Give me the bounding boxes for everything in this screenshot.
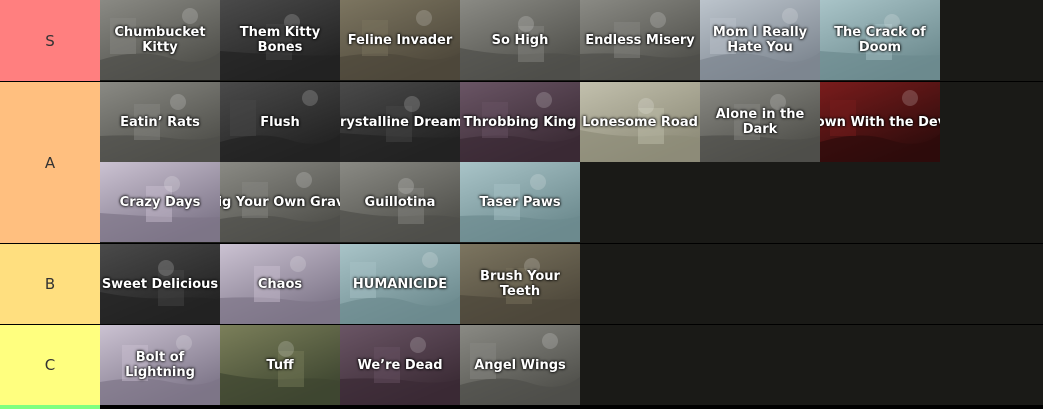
next-tier-strip	[0, 405, 100, 409]
tier-item-card[interactable]: Tuff	[220, 325, 340, 405]
tier-label-a[interactable]: A	[0, 82, 100, 243]
tier-item-title: Them Kitty Bones	[239, 25, 321, 55]
tier-item-title: Chaos	[257, 276, 303, 292]
tier-item-card[interactable]: Them Kitty Bones	[220, 0, 340, 80]
tier-list: S Chumbucket Kitty Them Kitty Bones Feline…	[0, 0, 1043, 409]
tier-item-card[interactable]: Taser Paws	[460, 162, 580, 242]
tier-item-title: Taser Paws	[479, 194, 561, 210]
tier-item-title: The Crack of Doom	[834, 25, 926, 55]
tier-item-card[interactable]: Brush Your Teeth	[460, 244, 580, 324]
tier-item-title: Angel Wings	[474, 357, 566, 373]
tier-items-a: Eatin’ Rats Flush Crystalline DreamsThrobb…	[100, 82, 1043, 243]
tier-item-title: HUMANICIDE	[352, 276, 448, 292]
tier-item-card[interactable]: The Crack of Doom	[820, 0, 940, 80]
tier-item-title: Alone in the Dark	[715, 107, 805, 137]
tier-row-c: C Bolt of Lightning Tuff We’re Dead Angel W…	[0, 325, 1043, 405]
tier-item-title: Bolt of Lightning	[125, 350, 195, 380]
tier-item-card[interactable]: HUMANICIDE	[340, 244, 460, 324]
tier-items-c: Bolt of Lightning Tuff We’re Dead Angel Win…	[100, 325, 1043, 405]
tier-row-a: A Eatin’ Rats Flush Crystalline DreamsThro…	[0, 82, 1043, 243]
tier-item-card[interactable]: Throbbing King	[460, 82, 580, 162]
tier-item-title: Throbbing King	[463, 114, 577, 130]
tier-item-title: Chumbucket Kitty	[114, 25, 206, 55]
tier-label-s[interactable]: S	[0, 0, 100, 81]
tier-items-s: Chumbucket Kitty Them Kitty Bones Feline I…	[100, 0, 1043, 81]
tier-item-card[interactable]: Dig Your Own Grave	[220, 162, 340, 242]
tier-item-title: Brush Your Teeth	[480, 269, 560, 299]
tier-item-title: Flush	[260, 114, 300, 130]
tier-item-card[interactable]: Guillotina	[340, 162, 460, 242]
tier-items-b: Sweet Delicious Chaos HUMANICIDE Brush Your…	[100, 244, 1043, 324]
tier-item-card[interactable]: Down With the Devil	[820, 82, 940, 162]
tier-item-card[interactable]: We’re Dead	[340, 325, 460, 405]
tier-item-title: Sweet Delicious	[101, 276, 219, 292]
tier-label-b[interactable]: B	[0, 244, 100, 324]
tier-item-card[interactable]: Eatin’ Rats	[100, 82, 220, 162]
tier-item-card[interactable]: Bolt of Lightning	[100, 325, 220, 405]
tier-item-title: So High	[491, 32, 549, 48]
tier-item-title: Mom I Really Hate You	[712, 25, 808, 55]
tier-item-title: Eatin’ Rats	[120, 114, 200, 130]
tier-item-title: Guillotina	[364, 194, 436, 210]
tier-label-c[interactable]: C	[0, 325, 100, 405]
tier-item-title: Feline Invader	[347, 32, 453, 48]
tier-row-s: S Chumbucket Kitty Them Kitty Bones Feline…	[0, 0, 1043, 81]
tier-item-card[interactable]: Lonesome Road	[580, 82, 700, 162]
tier-item-card[interactable]: Chumbucket Kitty	[100, 0, 220, 80]
tier-item-card[interactable]: Endless Misery	[580, 0, 700, 80]
tier-item-card[interactable]: Crazy Days	[100, 162, 220, 242]
tier-item-title: Down With the Devil	[820, 114, 940, 130]
tier-item-title: Crazy Days	[119, 194, 201, 210]
tier-item-card[interactable]: Alone in the Dark	[700, 82, 820, 162]
tier-item-title: Endless Misery	[585, 32, 695, 48]
tier-row-b: B Sweet Delicious Chaos HUMANICIDE Brush Yo…	[0, 244, 1043, 324]
tier-item-card[interactable]: Flush	[220, 82, 340, 162]
tier-item-card[interactable]: Crystalline Dreams	[340, 82, 460, 162]
tier-item-title: We’re Dead	[357, 357, 443, 373]
tier-item-card[interactable]: Chaos	[220, 244, 340, 324]
tier-item-title: Lonesome Road	[582, 114, 698, 130]
tier-item-title: Dig Your Own Grave	[220, 194, 340, 210]
tier-item-title: Crystalline Dreams	[340, 114, 460, 130]
tier-item-card[interactable]: Feline Invader	[340, 0, 460, 80]
tier-item-title: Tuff	[266, 357, 294, 373]
tier-item-card[interactable]: Angel Wings	[460, 325, 580, 405]
tier-item-card[interactable]: Mom I Really Hate You	[700, 0, 820, 80]
tier-item-card[interactable]: Sweet Delicious	[100, 244, 220, 324]
tier-item-card[interactable]: So High	[460, 0, 580, 80]
